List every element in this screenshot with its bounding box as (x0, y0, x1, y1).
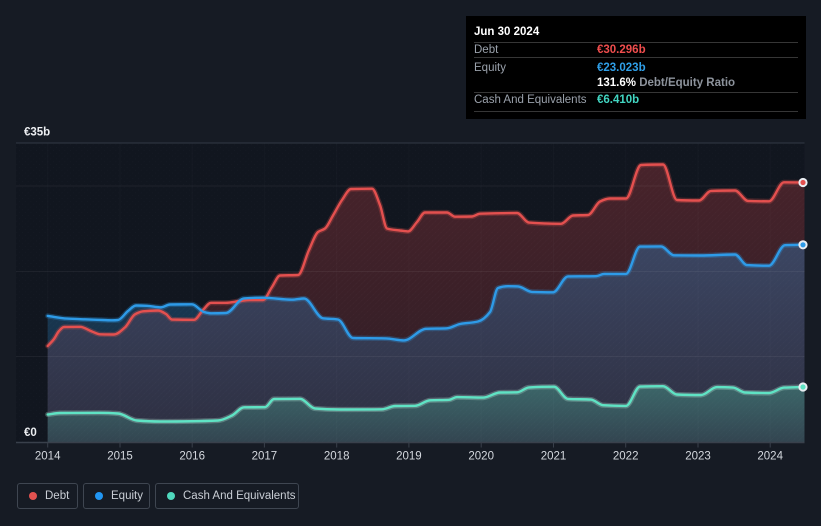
svg-text:2018: 2018 (324, 451, 350, 463)
svg-text:2024: 2024 (757, 451, 783, 463)
svg-text:2019: 2019 (396, 451, 422, 463)
svg-text:€0: €0 (24, 427, 37, 439)
svg-text:2016: 2016 (179, 451, 205, 463)
svg-text:2017: 2017 (252, 451, 278, 463)
svg-text:2020: 2020 (468, 451, 494, 463)
svg-text:2023: 2023 (685, 451, 711, 463)
svg-text:2014: 2014 (35, 451, 61, 463)
svg-text:2022: 2022 (613, 451, 639, 463)
svg-text:€35b: €35b (24, 127, 50, 139)
svg-text:2021: 2021 (541, 451, 567, 463)
svg-text:2015: 2015 (107, 451, 133, 463)
